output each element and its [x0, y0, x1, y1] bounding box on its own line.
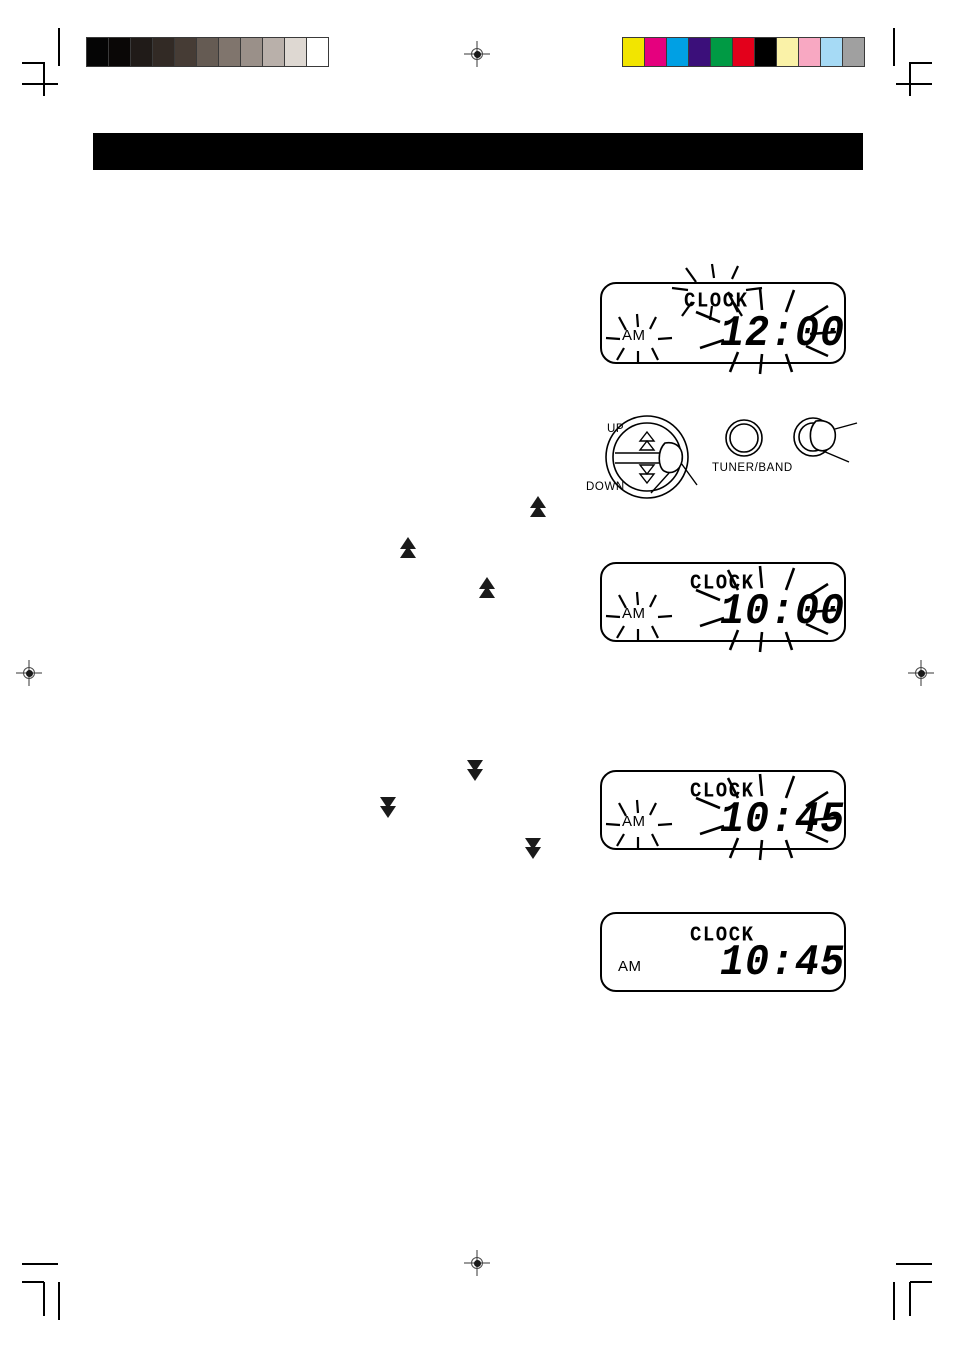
double-down-arrow-icon: [379, 797, 397, 823]
control-label-up: UP: [607, 423, 625, 435]
lcd-time-value: 10:45: [720, 939, 846, 988]
calibration-patch-3: [153, 38, 174, 66]
crop-mark: [896, 83, 932, 85]
registration-target-left: [16, 660, 42, 686]
lcd-display-hour-set: CLOCK AM 10:00: [600, 562, 849, 653]
lcd-time-value: 10:00: [720, 588, 846, 637]
calibration-patch-6: [755, 38, 776, 66]
crop-mark: [910, 1281, 932, 1283]
double-down-arrow-icon: [524, 838, 542, 864]
calibration-patch-4: [711, 38, 732, 66]
tuner-band-button: [725, 419, 763, 457]
calibration-patch-10: [843, 38, 864, 66]
crop-mark: [22, 1281, 44, 1283]
crop-mark: [58, 28, 60, 66]
preset-button: [793, 417, 858, 463]
calibration-patch-5: [733, 38, 754, 66]
double-down-arrow-icon: [466, 760, 484, 786]
color-calibration-strip: [622, 37, 865, 67]
lcd-display-initial: CLOCK AM 12:00: [600, 263, 849, 375]
calibration-patch-7: [777, 38, 798, 66]
lcd-meridiem-indicator: AM: [618, 958, 642, 975]
calibration-patch-0: [623, 38, 644, 66]
control-label-down: DOWN: [586, 481, 625, 493]
calibration-patch-10: [307, 38, 328, 66]
lcd-time-value: 10:45: [720, 796, 846, 845]
lcd-display-minute-set: CLOCK AM 10:45: [600, 770, 849, 861]
calibration-patch-9: [285, 38, 306, 66]
calibration-patch-1: [645, 38, 666, 66]
control-panel-diagram: UP DOWN TUNER/BAND: [585, 405, 870, 505]
calibration-patch-6: [219, 38, 240, 66]
calibration-patch-2: [667, 38, 688, 66]
calibration-patch-7: [241, 38, 262, 66]
calibration-patch-8: [263, 38, 284, 66]
lcd-meridiem-indicator: AM: [622, 605, 646, 622]
crop-mark: [896, 1263, 932, 1265]
calibration-patch-0: [87, 38, 108, 66]
double-up-arrow-icon: [478, 577, 496, 603]
crop-mark: [58, 1282, 60, 1320]
crop-mark: [909, 1282, 911, 1316]
lcd-display-confirmed: CLOCK AM 10:45: [600, 912, 849, 995]
crop-mark: [909, 62, 911, 96]
grayscale-calibration-strip: [86, 37, 329, 67]
crop-mark: [893, 1282, 895, 1320]
double-up-arrow-icon: [529, 496, 547, 522]
manual-page: CLOCK AM 12:00 UP DOWN TUNER/BAND CLOCK …: [0, 0, 954, 1351]
crop-mark: [22, 83, 58, 85]
calibration-patch-2: [131, 38, 152, 66]
crop-mark: [43, 62, 45, 96]
section-header-bar: [93, 133, 863, 170]
registration-target-top: [464, 41, 490, 67]
control-label-tuner-band: TUNER/BAND: [712, 462, 793, 474]
double-up-arrow-icon: [399, 537, 417, 563]
lcd-meridiem-indicator: AM: [622, 327, 646, 344]
crop-mark: [22, 62, 44, 64]
calibration-patch-9: [821, 38, 842, 66]
calibration-patch-1: [109, 38, 130, 66]
calibration-patch-4: [175, 38, 196, 66]
registration-target-bottom: [464, 1250, 490, 1276]
lcd-meridiem-indicator: AM: [622, 813, 646, 830]
calibration-patch-8: [799, 38, 820, 66]
crop-mark: [910, 62, 932, 64]
calibration-patch-5: [197, 38, 218, 66]
registration-target-right: [908, 660, 934, 686]
crop-mark: [43, 1282, 45, 1316]
crop-mark: [22, 1263, 58, 1265]
calibration-patch-3: [689, 38, 710, 66]
crop-mark: [893, 28, 895, 66]
lcd-time-value: 12:00: [720, 310, 846, 359]
